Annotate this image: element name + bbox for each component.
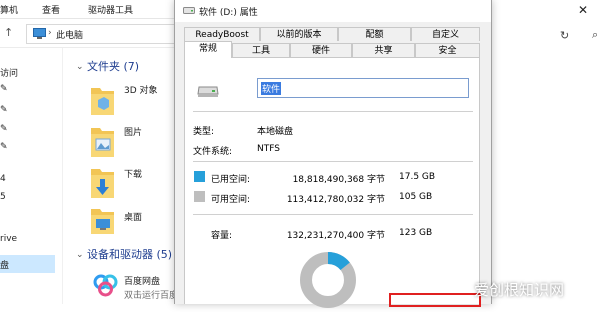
filesystem-label: 文件系统: (193, 147, 233, 157)
collapse-chevron-icon[interactable]: ⌄ (76, 62, 84, 72)
desktop-folder-icon[interactable] (90, 205, 116, 235)
hard-drive-icon (197, 86, 219, 97)
refresh-icon[interactable]: ↻ (560, 29, 569, 42)
type-label: 类型: (193, 127, 215, 137)
capacity-label: 容量: (211, 231, 233, 241)
collapse-chevron-icon[interactable]: ⌄ (76, 250, 84, 260)
ribbon-tab-drive-tools[interactable]: 驱动器工具 (88, 3, 133, 16)
capacity-size: 123 GB (399, 228, 433, 238)
section-title-folders: 文件夹 (7) (87, 60, 140, 73)
tab-customize[interactable]: 自定义 (411, 27, 480, 41)
used-space-label: 已用空间: (211, 175, 251, 185)
folder-label-3d-objects[interactable]: 3D 对象 (124, 83, 158, 96)
tab-previous-versions[interactable]: 以前的版本 (260, 27, 338, 41)
up-arrow-icon[interactable]: ↑ (4, 26, 13, 39)
tab-quota[interactable]: 配额 (338, 27, 411, 41)
ribbon-tab-view[interactable]: 查看 (42, 3, 60, 16)
pin-icon: ✎ (0, 124, 8, 134)
free-space-size: 105 GB (399, 192, 433, 202)
tab-readyboost[interactable]: ReadyBoost (184, 27, 260, 41)
tab-security[interactable]: 安全 (415, 43, 480, 57)
watermark: 爱创根知识网 (474, 281, 565, 299)
downloads-folder-icon[interactable] (90, 165, 116, 199)
address-bar[interactable]: › 此电脑 (26, 24, 178, 44)
nav-item-drive[interactable]: rive (0, 234, 17, 244)
pin-icon: ✎ (0, 84, 8, 94)
tab-hardware[interactable]: 硬件 (290, 43, 352, 57)
disk-usage-donut (300, 252, 356, 308)
breadcrumb: 此电脑 (56, 31, 84, 41)
3d-objects-folder-icon[interactable] (90, 82, 116, 116)
free-space-swatch (194, 191, 205, 202)
separator (193, 214, 473, 215)
folder-label-downloads[interactable]: 下载 (124, 167, 142, 180)
drive-icon (183, 7, 195, 14)
tab-general[interactable]: 常规 (184, 41, 232, 58)
tab-sharing[interactable]: 共享 (352, 43, 415, 57)
general-tab-panel: 软件 类型: 本地磁盘 文件系统: NTFS 已用空间: 18,818,490,… (184, 57, 480, 308)
pin-icon: ✎ (0, 142, 8, 152)
section-title-devices: 设备和驱动器 (5) (87, 248, 173, 261)
close-icon[interactable]: ✕ (578, 3, 588, 17)
filesystem-value: NTFS (257, 144, 280, 154)
nav-item-partial[interactable]: 5 (0, 192, 6, 202)
folder-label-pictures[interactable]: 图片 (124, 125, 142, 138)
type-value: 本地磁盘 (257, 127, 294, 137)
drive-name-input[interactable]: 软件 (257, 78, 469, 98)
search-icon[interactable]: ⌕ (592, 28, 598, 42)
breadcrumb-separator-icon: › (48, 28, 52, 38)
separator (193, 161, 473, 162)
highlight-box (389, 293, 481, 307)
dialog-title-bar: 软件 (D:) 属性 (175, 0, 491, 22)
nav-item-partial[interactable]: 4 (0, 174, 6, 184)
tab-tools[interactable]: 工具 (232, 43, 290, 57)
computer-icon (33, 28, 46, 39)
folder-label-desktop[interactable]: 桌面 (124, 210, 142, 223)
ribbon-tab-computer[interactable]: 算机 (0, 3, 18, 16)
used-space-size: 17.5 GB (399, 172, 436, 182)
pictures-folder-icon[interactable] (90, 124, 116, 158)
baidu-netdisk-icon[interactable] (93, 272, 119, 298)
used-space-swatch (194, 171, 205, 182)
pin-icon: ✎ (0, 105, 8, 115)
nav-item-quick-access[interactable]: 访问 (0, 66, 18, 79)
navigation-pane: 访问 ✎ ✎ ✎ ✎ 4 5 rive 盘 (0, 48, 63, 304)
drive-name-value: 软件 (261, 82, 282, 95)
dialog-title: 软件 (D:) 属性 (199, 8, 258, 18)
separator (193, 111, 473, 112)
explorer-right-area: ✕ ↻ ⌕ (490, 0, 600, 304)
properties-dialog: 软件 (D:) 属性 ReadyBoost 以前的版本 配额 自定义 常规 工具… (174, 0, 492, 308)
nav-item-label: 盘 (0, 261, 10, 271)
free-space-label: 可用空间: (211, 195, 251, 205)
device-label[interactable]: 百度网盘 (124, 274, 160, 287)
nav-item-selected[interactable]: 盘 (0, 255, 55, 273)
